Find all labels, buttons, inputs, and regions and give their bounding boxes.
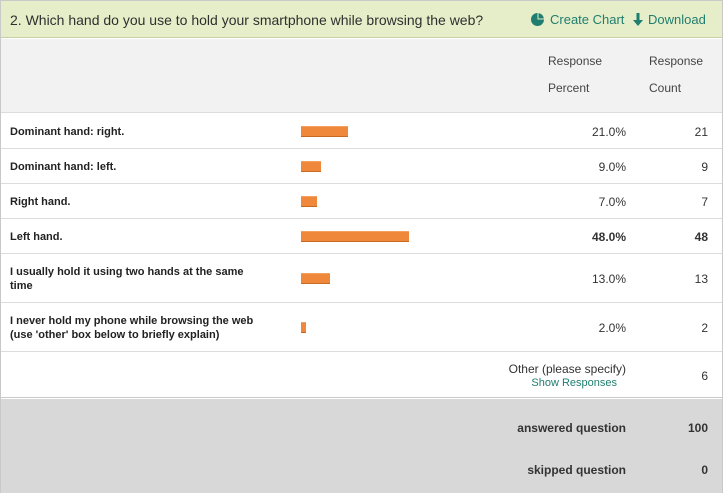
response-count-header: Response Count	[649, 48, 719, 102]
response-percent-header-line2: Percent	[548, 81, 590, 95]
response-bar	[301, 272, 330, 284]
response-bar	[301, 125, 348, 137]
response-count: 9	[701, 159, 708, 174]
answer-label-line1: Dominant hand: right.	[10, 125, 125, 138]
response-percent: 21.0%	[591, 124, 626, 139]
answer-label-line1: Right hand.	[10, 195, 71, 208]
response-bar	[301, 195, 317, 207]
response-count: 48	[694, 229, 708, 244]
other-count: 6	[701, 369, 708, 383]
response-percent: 7.0%	[598, 194, 626, 209]
response-percent: 2.0%	[598, 320, 626, 335]
survey-question-panel: 2. Which hand do you use to hold your sm…	[0, 0, 723, 493]
response-percent-header-line1: Response	[548, 54, 603, 68]
answer-label-line1: I usually hold it using two hands at the…	[10, 265, 244, 278]
answer-label: Dominant hand: right.	[10, 125, 285, 139]
answer-label: I usually hold it using two hands at the…	[10, 265, 285, 293]
answer-row: I never hold my phone while browsing the…	[1, 303, 722, 352]
question-header: 2. Which hand do you use to hold your sm…	[1, 1, 722, 38]
response-percent-header: Response Percent	[548, 48, 618, 102]
answer-label: Right hand.	[10, 195, 285, 209]
create-chart-link[interactable]: Create Chart	[530, 12, 624, 27]
answer-row: I usually hold it using two hands at the…	[1, 254, 722, 303]
answer-label-line2: time	[10, 279, 33, 292]
answer-label: Dominant hand: left.	[10, 160, 285, 174]
answer-label-line2: (use 'other' box below to briefly explai…	[10, 328, 220, 341]
answer-row: Right hand. 7.0% 7	[1, 184, 722, 219]
response-bar	[301, 321, 306, 333]
response-percent: 13.0%	[591, 271, 626, 286]
create-chart-label: Create Chart	[550, 12, 625, 27]
response-bar	[301, 160, 321, 172]
response-count: 7	[701, 194, 708, 209]
pie-chart-icon	[531, 13, 544, 26]
response-count: 21	[694, 124, 708, 139]
download-link[interactable]: Download	[633, 12, 706, 27]
response-bar	[301, 230, 409, 242]
response-count-header-line1: Response	[649, 54, 704, 68]
skipped-question-row: skipped question 0	[1, 449, 722, 491]
other-row: Other (please specify) Show Responses 6	[1, 352, 722, 398]
download-arrow-icon	[633, 12, 643, 26]
summary-section: answered question 100 skipped question 0	[1, 399, 722, 493]
answered-question-value: 100	[687, 421, 708, 435]
response-count-header-line2: Count	[649, 81, 682, 95]
question-title: 2. Which hand do you use to hold your sm…	[10, 12, 484, 28]
answered-question-label: answered question	[517, 421, 626, 435]
other-label: Other (please specify)	[508, 362, 626, 376]
answer-row: Dominant hand: left. 9.0% 9	[1, 149, 722, 184]
answer-label-line1: I never hold my phone while browsing the…	[10, 314, 254, 327]
answer-label-line1: Dominant hand: left.	[10, 160, 117, 173]
column-headers: Response Percent Response Count	[1, 39, 722, 113]
skipped-question-value: 0	[701, 463, 708, 477]
answer-row: Left hand. 48.0% 48	[1, 219, 722, 254]
download-label: Download	[648, 12, 706, 27]
response-percent: 9.0%	[598, 159, 626, 174]
skipped-question-label: skipped question	[527, 463, 626, 477]
response-count: 13	[694, 271, 708, 286]
show-responses-link[interactable]: Show Responses	[531, 377, 617, 389]
answer-label-line1: Left hand.	[10, 230, 63, 243]
response-count: 2	[701, 320, 708, 335]
answer-row: Dominant hand: right. 21.0% 21	[1, 114, 722, 149]
answer-label: I never hold my phone while browsing the…	[10, 314, 285, 342]
answered-question-row: answered question 100	[1, 407, 722, 449]
answer-label: Left hand.	[10, 230, 285, 244]
response-percent: 48.0%	[591, 229, 626, 244]
